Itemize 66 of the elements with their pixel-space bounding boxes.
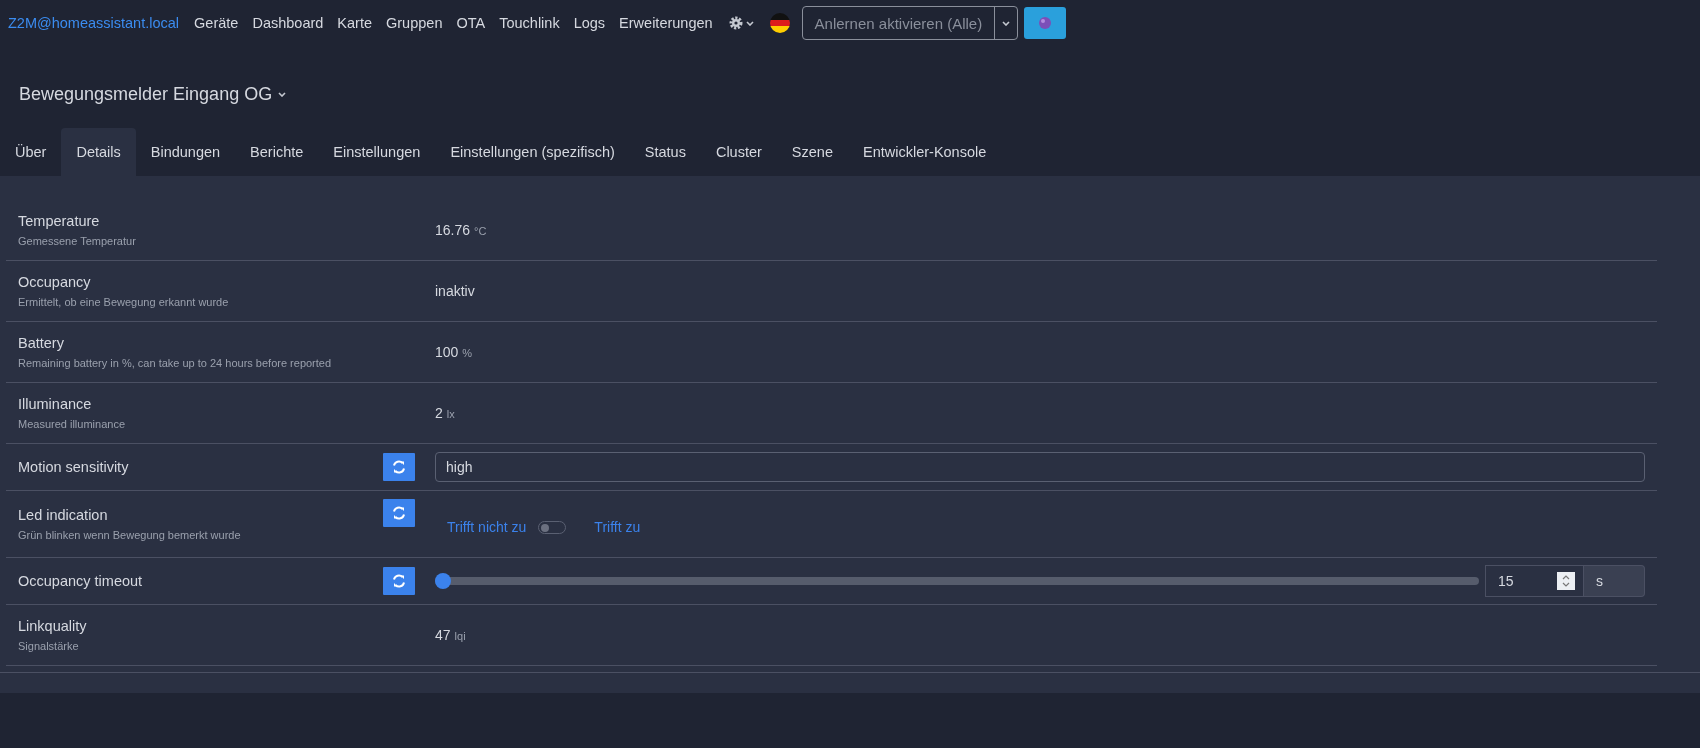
tab[interactable]: Details	[61, 128, 136, 176]
settings-icon	[727, 15, 744, 31]
field-title: Occupancy timeout	[18, 573, 144, 589]
unit-label: s	[1596, 573, 1603, 589]
number-field[interactable]: 15	[1485, 565, 1584, 597]
nav-link[interactable]: Logs	[566, 15, 613, 31]
field-description: Grün blinken wenn Bewegung bemerkt wurde	[18, 529, 242, 541]
nav-link[interactable]: OTA	[449, 15, 493, 31]
refresh-button[interactable]	[383, 567, 415, 595]
nav-link[interactable]: Gruppen	[379, 15, 450, 31]
field-title: Led indication	[18, 507, 109, 523]
field-title: Battery	[18, 335, 65, 351]
flag-icon[interactable]	[769, 13, 790, 33]
caret-icon	[745, 20, 754, 26]
field-description: Ermittelt, ob eine Bewegung erkannt wurde	[18, 296, 230, 308]
field-description: Gemessene Temperatur	[18, 235, 137, 247]
field-title: Motion sensitivity	[18, 459, 130, 475]
toggle-label[interactable]: Trifft zu	[594, 519, 641, 535]
tab[interactable]: Bindungen	[135, 128, 236, 176]
refresh-button[interactable]	[383, 453, 415, 481]
tab[interactable]: Szene	[776, 128, 848, 176]
unit-label: °C	[474, 225, 487, 237]
brand-link[interactable]: Z2M@homeassistant.local	[8, 15, 180, 31]
field-value: inaktiv	[435, 283, 475, 299]
tab[interactable]: Cluster	[700, 128, 777, 176]
sphere-icon	[1038, 16, 1053, 30]
field-value: 2	[435, 405, 443, 421]
spinner-icon	[1557, 572, 1575, 590]
tab[interactable]: Über	[0, 128, 62, 176]
field-value: 47	[435, 627, 451, 643]
field-description: Measured illuminance	[18, 418, 126, 430]
nav-link[interactable]: Karte	[330, 15, 379, 31]
field-title: Linkquality	[18, 618, 88, 634]
refresh-button[interactable]	[383, 499, 415, 527]
nav-link[interactable]: Erweiterungen	[612, 15, 720, 31]
nav-link[interactable]: Dashboard	[245, 15, 331, 31]
tab[interactable]: Entwickler-Konsole	[848, 128, 1002, 176]
field-value: 16.76	[435, 222, 471, 238]
pairing-dropdown[interactable]: Anlernen aktivieren (Alle)	[801, 6, 1019, 40]
device-title[interactable]: Bewegungsmelder Eingang OG	[19, 83, 273, 105]
refresh-icon	[391, 505, 407, 521]
tab[interactable]: Status	[629, 128, 701, 176]
field-title: Temperature	[18, 213, 101, 229]
caret-icon	[1002, 20, 1011, 26]
field-description: Remaining battery in %, can take up to 24 hours before reported	[18, 357, 333, 369]
field-value: 100	[435, 344, 459, 360]
tab[interactable]: Einstellungen (spezifisch)	[435, 128, 630, 176]
refresh-icon	[391, 459, 407, 475]
field-description: Signalstärke	[18, 640, 80, 652]
slider-track[interactable]	[435, 573, 1479, 589]
tab[interactable]: Einstellungen	[318, 128, 436, 176]
unit-label: lqi	[454, 630, 466, 642]
refresh-icon	[391, 573, 407, 589]
settings-menu[interactable]	[727, 15, 754, 31]
unit-label: %	[462, 347, 473, 359]
nav-link[interactable]: Geräte	[187, 15, 246, 31]
toggle-label[interactable]: Trifft nicht zu	[447, 519, 527, 535]
field-title: Occupancy	[18, 274, 92, 290]
unit-label: lx	[446, 408, 455, 420]
theme-button[interactable]	[1024, 7, 1067, 39]
slider-thumb[interactable]	[435, 573, 451, 589]
caret-icon	[278, 91, 287, 97]
field-title: Illuminance	[18, 396, 93, 412]
tab[interactable]: Berichte	[235, 128, 319, 176]
nav-link[interactable]: Touchlink	[492, 15, 567, 31]
select-field[interactable]: high	[435, 452, 1645, 482]
